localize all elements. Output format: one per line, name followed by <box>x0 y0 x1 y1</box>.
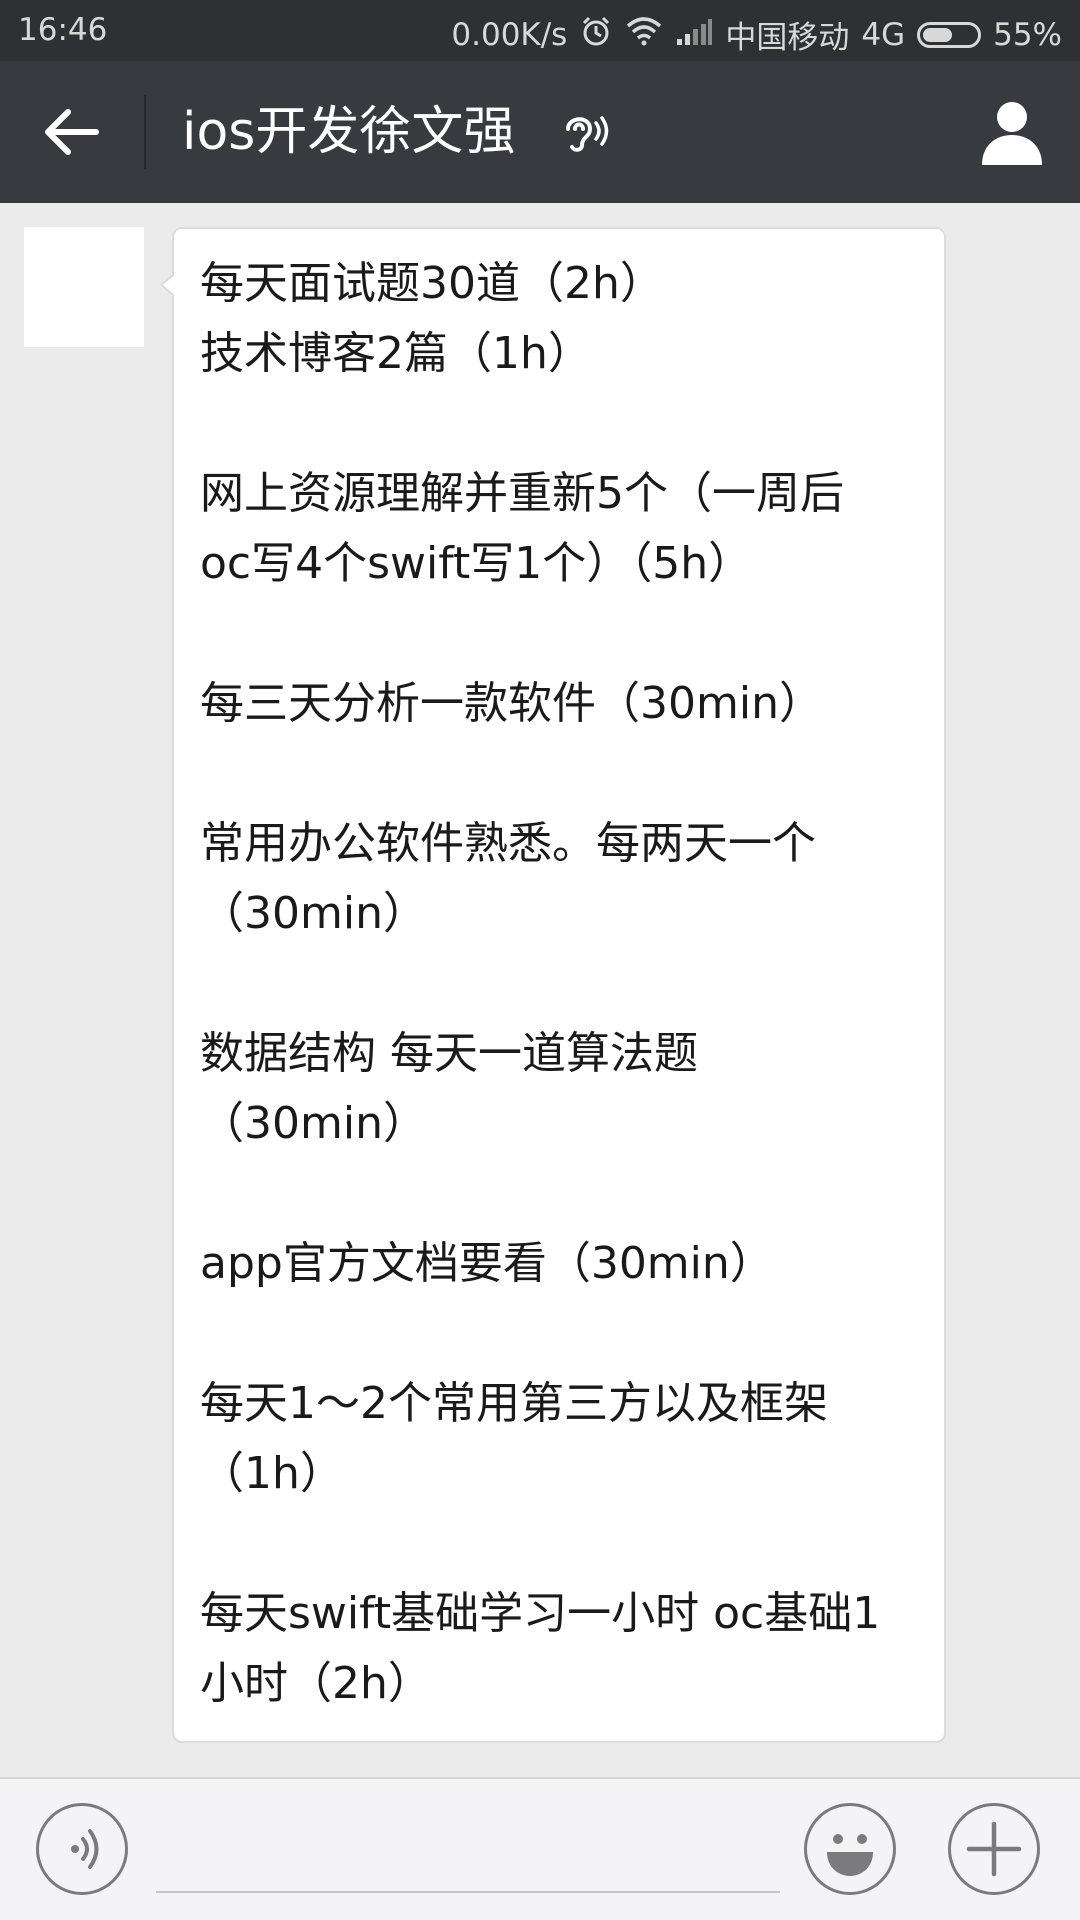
message-line: 每三天分析一款软件（30min） <box>200 678 823 729</box>
message-line <box>200 389 920 459</box>
message-line: app官方文档要看（30min） <box>200 1238 774 1289</box>
message-line: （30min） <box>200 1098 427 1149</box>
message-text: 每天面试题30道（2h） 技术博客2篇（1h） 网上资源理解并重新5个（一周后 oc写… <box>200 249 920 1719</box>
status-bar: 16:46 0.00K/s 中国移动 4G 55% <box>0 0 1080 61</box>
message-line: 技术博客2篇（1h） <box>200 328 592 379</box>
message-line: 小时（2h） <box>200 1658 432 1709</box>
message-line: （30min） <box>200 888 427 939</box>
wifi-icon <box>625 16 663 54</box>
message-line: 常用办公软件熟悉。每两天一个 <box>200 818 816 869</box>
message-line: 每天swift基础学习一小时 oc基础1 <box>200 1588 881 1639</box>
signal-icon <box>675 17 713 53</box>
message-line <box>200 1159 920 1229</box>
status-right-group: 0.00K/s 中国移动 4G 55% <box>451 12 1062 57</box>
network-type: 4G <box>861 16 906 53</box>
message-line: oc写4个swift写1个）（5h） <box>200 538 753 589</box>
carrier-name: 中国移动 <box>725 20 850 56</box>
message-line: 每天1～2个常用第三方以及框架 <box>200 1378 828 1429</box>
alarm-icon <box>579 14 613 56</box>
battery-fill <box>923 27 953 42</box>
battery-icon <box>917 21 982 48</box>
battery-percent: 55% <box>993 16 1062 53</box>
voice-icon <box>71 1829 99 1869</box>
message-bubble[interactable]: 每天面试题30道（2h） 技术博客2篇（1h） 网上资源理解并重新5个（一周后 oc写… <box>160 227 946 1743</box>
chat-screen: 16:46 0.00K/s 中国移动 4G 55% ios开发徐文强 每天面试题… <box>0 0 1080 1920</box>
message-line <box>200 599 920 669</box>
more-options-button[interactable] <box>948 1803 1040 1895</box>
back-arrow-icon <box>45 109 99 155</box>
ear-icon <box>560 107 610 157</box>
emoji-button[interactable] <box>804 1803 896 1895</box>
message-list[interactable]: 每天面试题30道（2h） 技术博客2篇（1h） 网上资源理解并重新5个（一周后 oc写… <box>0 203 1080 1777</box>
status-time: 16:46 <box>18 12 108 48</box>
message-line: 每天面试题30道（2h） <box>200 258 664 309</box>
title-bar: ios开发徐文强 <box>0 61 1080 203</box>
input-bar <box>0 1777 1080 1920</box>
message-line: 网上资源理解并重新5个（一周后 <box>200 468 844 519</box>
network-speed: 0.00K/s <box>451 16 568 53</box>
message-line <box>200 739 920 809</box>
back-button[interactable] <box>34 97 110 167</box>
voice-button[interactable] <box>36 1803 128 1895</box>
message-line: 数据结构 每天一道算法题 <box>200 1028 698 1079</box>
plus-icon <box>966 1821 1022 1877</box>
message-line <box>200 1299 920 1369</box>
message-input[interactable] <box>156 1819 780 1893</box>
message-line <box>200 1509 920 1579</box>
title-divider <box>144 95 146 169</box>
avatar[interactable] <box>24 227 144 347</box>
contact-info-button[interactable] <box>974 95 1050 171</box>
message-line: （1h） <box>200 1448 344 1499</box>
message-line <box>200 949 920 1019</box>
person-icon <box>982 102 1042 165</box>
chat-title: ios开发徐文强 <box>182 102 516 162</box>
emoji-icon <box>827 1834 873 1876</box>
